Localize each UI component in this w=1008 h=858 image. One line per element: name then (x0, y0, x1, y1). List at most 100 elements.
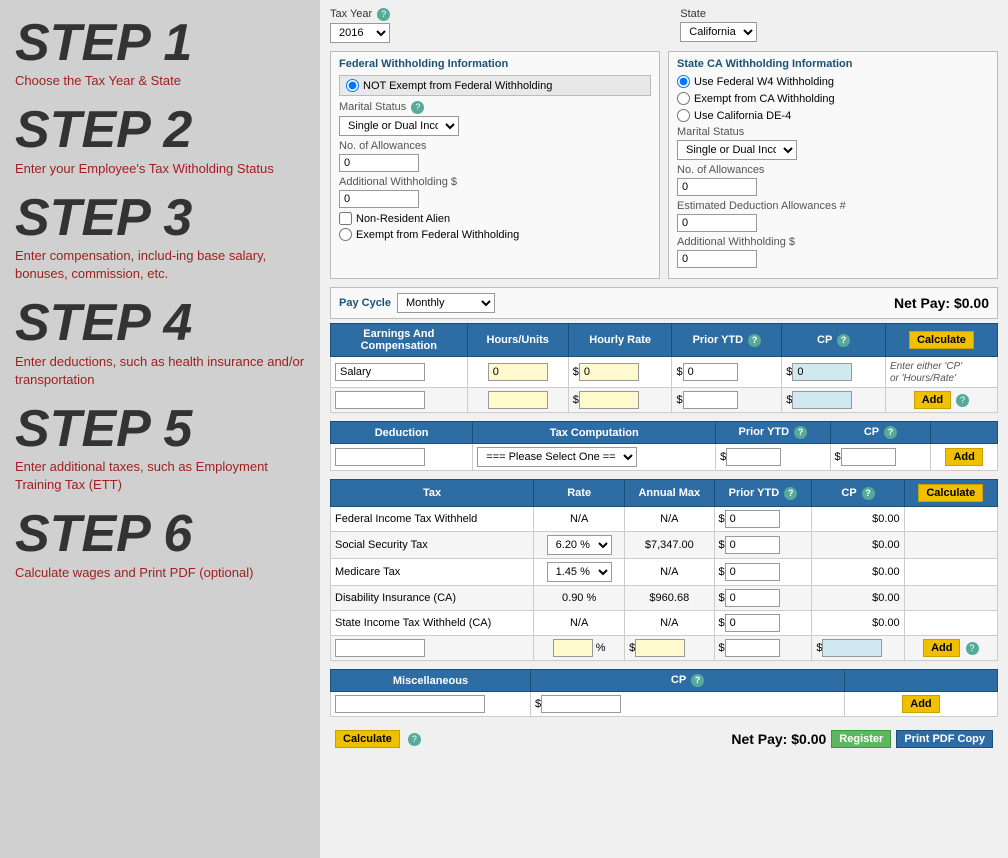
tax-table: Tax Rate Annual Max Prior YTD ? CP ? Cal… (330, 479, 998, 661)
deduction-label-input[interactable] (335, 448, 425, 466)
deduction-ytd-info[interactable]: ? (794, 426, 807, 439)
custom-tax-cp-input[interactable] (822, 639, 882, 657)
step2-desc: Enter your Employee's Tax Witholding Sta… (15, 160, 305, 178)
deduction-cp-info[interactable]: ? (884, 426, 897, 439)
federal-marital-row: Marital Status ? Single or Dual Income M… (339, 101, 651, 136)
table-row: Federal Income Tax Withheld N/A N/A $ $0… (331, 507, 998, 532)
earnings-add-info-icon[interactable]: ? (956, 394, 969, 407)
step6-title: STEP 6 (15, 506, 305, 563)
federal-title: Federal Withholding Information (339, 58, 651, 70)
exempt-label: Exempt from Federal Withholding (356, 229, 519, 241)
custom-tax-ytd-input[interactable] (725, 639, 780, 657)
state-allowances-label: No. of Allowances (677, 164, 989, 176)
misc-cp-info[interactable]: ? (691, 674, 704, 687)
step4-desc: Enter deductions, such as health insuran… (15, 353, 305, 389)
earnings-rate-input-2[interactable] (579, 391, 639, 409)
tax-ytd-info[interactable]: ? (784, 487, 797, 500)
step1-title: STEP 1 (15, 15, 305, 72)
earnings-ytd-input-1[interactable] (683, 363, 738, 381)
state-income-ytd-input[interactable] (725, 614, 780, 632)
deduction-col-header: Deduction (331, 422, 473, 444)
table-row: % $ $ $ Add ? (331, 636, 998, 661)
federal-additional-row: Additional Withholding $ (339, 176, 651, 208)
social-security-rate-select[interactable]: 6.20 % (547, 535, 612, 555)
state-marital-row: Marital Status Single or Dual Income Mar… (677, 126, 989, 160)
cp-info-icon[interactable]: ? (837, 334, 850, 347)
tax-year-select[interactable]: 2016 (330, 23, 390, 43)
hourly-rate-col-header: Hourly Rate (568, 324, 672, 357)
prior-ytd-info-icon[interactable]: ? (748, 334, 761, 347)
pay-cycle-select[interactable]: Monthly Weekly Bi-Weekly Semi-Monthly Da… (397, 293, 495, 313)
non-resident-row: Non-Resident Alien (339, 212, 651, 225)
misc-label-input[interactable] (335, 695, 485, 713)
federal-allowances-input[interactable] (339, 154, 419, 172)
state-radio2-row: Exempt from CA Withholding (677, 92, 989, 105)
earnings-label-input-2[interactable] (335, 391, 425, 409)
custom-tax-max-input[interactable] (635, 639, 685, 657)
disability-ytd-input[interactable] (725, 589, 780, 607)
exempt-radio[interactable] (339, 228, 352, 241)
non-resident-checkbox[interactable] (339, 212, 352, 225)
state-radio2-label: Exempt from CA Withholding (694, 93, 835, 105)
state-radio1[interactable] (677, 75, 690, 88)
earnings-ytd-input-2[interactable] (683, 391, 738, 409)
deduction-computation-select[interactable]: === Please Select One === (477, 447, 637, 467)
withholding-row: Federal Withholding Information NOT Exem… (330, 51, 998, 279)
earnings-cp-input-2[interactable] (792, 391, 852, 409)
deduction-cp-input[interactable] (841, 448, 896, 466)
deduction-add-btn[interactable]: Add (945, 448, 982, 466)
custom-tax-rate-input[interactable] (553, 639, 593, 657)
step6-desc: Calculate wages and Print PDF (optional) (15, 564, 305, 582)
state-radio3[interactable] (677, 109, 690, 122)
table-row: Disability Insurance (CA) 0.90 % $960.68… (331, 586, 998, 611)
earnings-label-input-1[interactable] (335, 363, 425, 381)
earnings-hours-input-1[interactable] (488, 363, 548, 381)
state-allowances-input[interactable] (677, 178, 757, 196)
federal-income-ytd-input[interactable] (725, 510, 780, 528)
earnings-action-col-header: Calculate (885, 324, 997, 357)
deduction-ytd-input[interactable] (726, 448, 781, 466)
exempt-row: Exempt from Federal Withholding (339, 228, 651, 241)
tax-year-info-icon[interactable]: ? (377, 8, 390, 21)
earnings-rate-input-1[interactable] (579, 363, 639, 381)
state-radio2[interactable] (677, 92, 690, 105)
tax-add-info-icon[interactable]: ? (966, 642, 979, 655)
step5-title: STEP 5 (15, 401, 305, 458)
earnings-add-btn[interactable]: Add (914, 391, 951, 409)
social-security-ytd-input[interactable] (725, 536, 780, 554)
hours-col-header: Hours/Units (467, 324, 568, 357)
calculate-info-icon[interactable]: ? (408, 733, 421, 746)
medicare-rate-select[interactable]: 1.45 % (547, 562, 612, 582)
step1-desc: Choose the Tax Year & State (15, 72, 305, 90)
not-exempt-radio[interactable] (346, 79, 359, 92)
print-pdf-btn[interactable]: Print PDF Copy (896, 730, 993, 748)
state-allowances-row: No. of Allowances (677, 164, 989, 196)
federal-marital-info-icon[interactable]: ? (411, 101, 424, 114)
misc-cp-input[interactable] (541, 695, 621, 713)
federal-additional-input[interactable] (339, 190, 419, 208)
prior-ytd-col-header: Prior YTD ? (672, 324, 782, 357)
misc-add-btn[interactable]: Add (902, 695, 939, 713)
earnings-calculate-btn[interactable]: Calculate (909, 331, 974, 349)
federal-marital-select[interactable]: Single or Dual Income Mar Married Head o… (339, 116, 459, 136)
state-est-deduction-input[interactable] (677, 214, 757, 232)
state-income-rate: N/A (534, 611, 625, 636)
earnings-hours-input-2[interactable] (488, 391, 548, 409)
custom-tax-label-input[interactable] (335, 639, 425, 657)
state-select[interactable]: California (680, 22, 757, 42)
state-additional-label: Additional Withholding $ (677, 236, 989, 248)
state-marital-select[interactable]: Single or Dual Income Mar Married (677, 140, 797, 160)
tax-calculate-btn[interactable]: Calculate (918, 484, 983, 502)
table-row: $ $ $ Enter either 'CP'or 'Hours/Rate' (331, 357, 998, 388)
state-radio3-row: Use California DE-4 (677, 109, 989, 122)
medicare-ytd-input[interactable] (725, 563, 780, 581)
state-additional-input[interactable] (677, 250, 757, 268)
earnings-cp-input-1[interactable] (792, 363, 852, 381)
state-radio1-label: Use Federal W4 Withholding (694, 76, 834, 88)
tax-cp-info[interactable]: ? (862, 487, 875, 500)
register-btn[interactable]: Register (831, 730, 891, 748)
deduction-action-col-header (931, 422, 998, 444)
calculate-btn[interactable]: Calculate (335, 730, 400, 748)
tax-add-btn[interactable]: Add (923, 639, 960, 657)
table-row: $ Add (331, 692, 998, 717)
